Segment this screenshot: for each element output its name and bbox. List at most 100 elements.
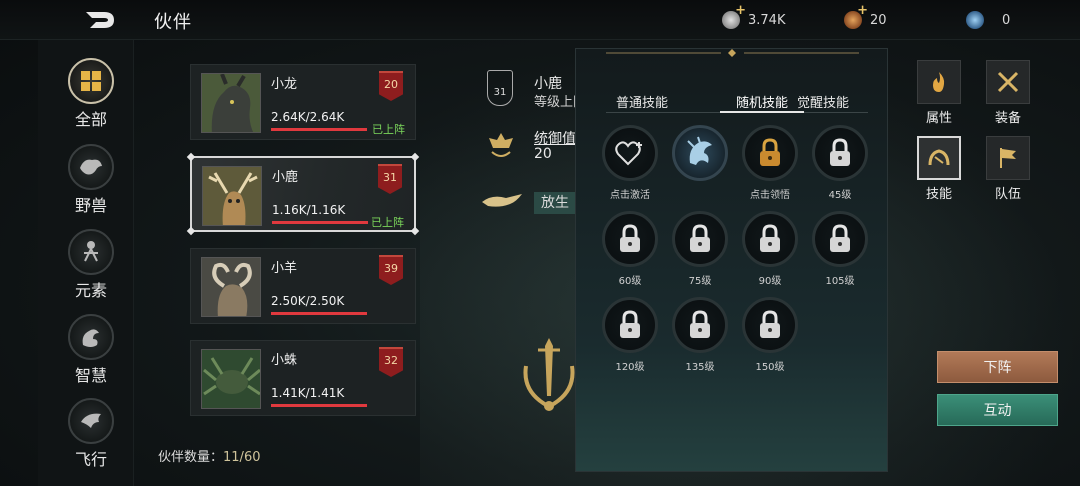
sword-laurel-emblem-icon [523, 338, 575, 411]
tool-attributes[interactable]: 属性 [915, 60, 963, 126]
companion-hp-bar [271, 312, 367, 315]
flying-icon [68, 398, 114, 444]
gold-lock-icon [742, 125, 798, 181]
lock-icon [812, 125, 868, 181]
currency-silver-value: 3.74K [748, 12, 786, 28]
skill-slot-locked[interactable]: 135级 [670, 297, 730, 373]
tab-awakening-skills[interactable]: 觉醒技能 [797, 92, 849, 111]
companion-count: 伙伴数量：11/60 [158, 446, 260, 465]
category-beast-label: 野兽 [74, 196, 107, 215]
skill-slot-activate[interactable]: 点击激活 [600, 125, 660, 201]
skill-slot-caption: 120级 [615, 362, 645, 373]
defense-value: 20 [534, 146, 552, 162]
tool-skills[interactable]: 技能 [915, 136, 963, 202]
tool-equipment-label: 装备 [994, 111, 1021, 126]
skill-slot-locked[interactable]: 120级 [600, 297, 660, 373]
crown-emblem-icon [489, 133, 513, 157]
skill-slot-locked[interactable]: 150级 [740, 297, 800, 373]
skill-slot-locked[interactable]: 75级 [670, 211, 730, 287]
active-tab-underline [720, 111, 804, 113]
skill-slot-locked[interactable]: 90级 [740, 211, 800, 287]
level-badge: 31 [378, 164, 402, 194]
skill-slot-caption: 点击领悟 [750, 190, 790, 201]
skill-slot-caption: 150级 [755, 362, 785, 373]
skill-slot-caption: 75级 [688, 276, 712, 287]
companion-list: 小龙 2.64K/2.64K 已上阵 20 小鹿 1.16K/1.16K 已上阵… [150, 58, 430, 440]
companion-name: 小龙 [271, 77, 298, 92]
skill-slot-caption: 90级 [758, 276, 782, 287]
tool-team[interactable]: 队伍 [984, 136, 1032, 202]
element-icon [68, 229, 114, 275]
skill-slot-locked[interactable]: 45级 [810, 125, 870, 201]
crossed-swords-icon [986, 60, 1030, 104]
page-title: 伙伴 [154, 12, 192, 33]
lock-icon [742, 211, 798, 267]
lock-icon [742, 297, 798, 353]
companion-card-goat[interactable]: 小羊 2.50K/2.50K 39 [190, 248, 416, 324]
category-element[interactable]: 元素 [60, 229, 122, 301]
category-beast[interactable]: 野兽 [60, 144, 122, 216]
category-all[interactable]: 全部 [60, 58, 122, 130]
skill-slot-caption: 点击激活 [610, 190, 650, 201]
skill-book-icon [917, 136, 961, 180]
currency-crystal-value: 0 [1002, 12, 1011, 28]
release-button[interactable]: 放生 [534, 192, 576, 214]
tool-equipment[interactable]: 装备 [984, 60, 1032, 126]
currency-crystal[interactable]: 0 [966, 10, 1010, 30]
companion-card-dragon[interactable]: 小龙 2.64K/2.64K 已上阵 20 [190, 64, 416, 140]
companion-hp: 1.41K/1.41K [271, 386, 345, 400]
beast-icon [68, 144, 114, 190]
currency-gold[interactable]: + 20 [844, 3, 887, 30]
lock-icon [812, 211, 868, 267]
companion-name: 小蛛 [271, 353, 298, 368]
skill-slot-caption: 60级 [618, 276, 642, 287]
selection-corner [410, 226, 420, 236]
companion-hp: 2.50K/2.50K [271, 294, 345, 308]
level-badge: 39 [379, 255, 403, 285]
selection-corner [410, 152, 420, 162]
skill-slot-locked[interactable]: 105级 [810, 211, 870, 287]
lock-icon [672, 297, 728, 353]
selection-corner [186, 152, 196, 162]
skill-slot-caption: 45级 [828, 190, 852, 201]
lock-icon [672, 211, 728, 267]
skill-slot-caption: 135级 [685, 362, 715, 373]
gold-medal-icon: + [844, 3, 868, 29]
skill-panel: 普通技能 随机技能 觉醒技能 点击激活 点击领悟 45级 60级 75级 90级… [575, 48, 888, 472]
category-wisdom[interactable]: 智慧 [60, 314, 122, 386]
skill-slot-locked[interactable]: 60级 [600, 211, 660, 287]
skill-slot-learned[interactable] [670, 125, 730, 186]
category-wisdom-label: 智慧 [74, 366, 107, 385]
companion-card-deer[interactable]: 小鹿 1.16K/1.16K 已上阵 31 [186, 152, 420, 236]
companion-name: 小鹿 [272, 170, 299, 185]
tab-random-skills[interactable]: 随机技能 [736, 92, 788, 111]
category-flying[interactable]: 飞行 [60, 398, 122, 470]
selection-corner [186, 226, 196, 236]
level-badge: 32 [379, 347, 403, 377]
running-beast-icon [482, 194, 522, 207]
tool-team-label: 队伍 [994, 187, 1021, 202]
companion-card-spider[interactable]: 小蛛 1.41K/1.41K 32 [190, 340, 416, 416]
currency-silver[interactable]: + 3.74K [722, 3, 786, 30]
tab-normal-skills[interactable]: 普通技能 [616, 92, 668, 111]
spider-portrait [201, 349, 261, 409]
category-element-label: 元素 [74, 281, 107, 300]
level-badge: 20 [379, 71, 403, 101]
wisdom-icon [68, 314, 114, 360]
goat-portrait [201, 257, 261, 317]
currency-gold-value: 20 [870, 12, 887, 28]
deer-portrait [202, 166, 262, 226]
flag-icon [986, 136, 1030, 180]
flame-icon [917, 60, 961, 104]
defense-label[interactable]: 统御值 [534, 128, 576, 148]
interact-button[interactable]: 互动 [937, 394, 1058, 426]
companion-name: 小羊 [271, 261, 298, 276]
companion-hp-bar [271, 128, 367, 131]
detail-name: 小鹿 [534, 76, 562, 92]
back-button[interactable] [82, 8, 118, 32]
category-all-label: 全部 [74, 110, 107, 129]
crystal-orb-icon [966, 11, 984, 29]
lock-icon [602, 297, 658, 353]
skill-slot-comprehend[interactable]: 点击领悟 [740, 125, 800, 201]
dismiss-button[interactable]: 下阵 [937, 351, 1058, 383]
